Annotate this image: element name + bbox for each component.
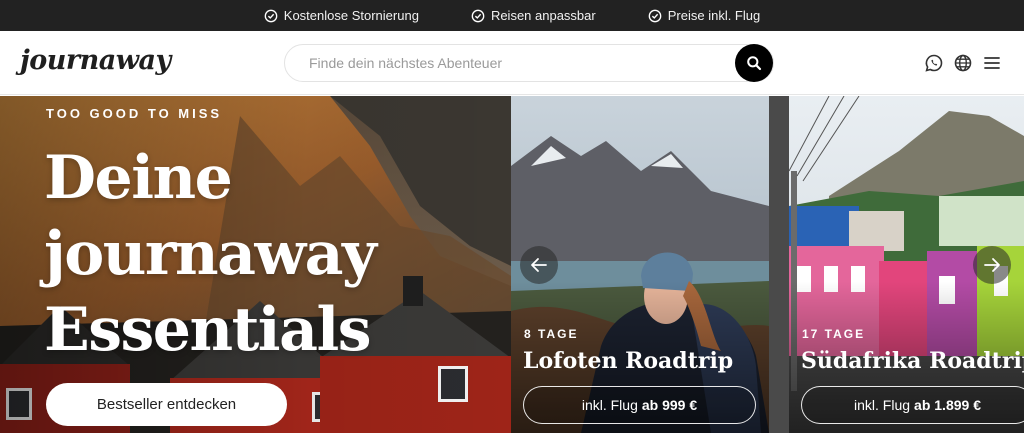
hero-title-line: Essentials bbox=[44, 295, 372, 365]
usp-item: Kostenlose Stornierung bbox=[264, 8, 419, 23]
trip-price-button[interactable]: inkl. Flug ab 1.899 € bbox=[801, 386, 1024, 424]
menu-icon bbox=[984, 57, 1000, 69]
search-bar bbox=[284, 44, 774, 82]
hero-title-line: journaway bbox=[44, 219, 377, 289]
usp-item: Reisen anpassbar bbox=[471, 8, 596, 23]
search-input[interactable] bbox=[309, 45, 729, 81]
hero-title-line: Deine bbox=[44, 143, 233, 213]
trip-card-lofoten[interactable]: 8 TAGE Lofoten Roadtrip inkl. Flug ab 99… bbox=[511, 96, 769, 433]
usp-item: Preise inkl. Flug bbox=[648, 8, 760, 23]
price-prefix: inkl. Flug bbox=[581, 397, 638, 413]
carousel-prev-button[interactable] bbox=[520, 246, 558, 284]
card-gap bbox=[769, 96, 789, 433]
price-value: ab 999 € bbox=[641, 397, 698, 413]
price-value: ab 1.899 € bbox=[914, 397, 981, 413]
menu-button[interactable] bbox=[982, 53, 1002, 73]
site-header: journaway bbox=[0, 31, 1024, 95]
hero-section: TOO GOOD TO MISS Deine journaway Essenti… bbox=[0, 96, 1024, 433]
trip-price-button[interactable]: inkl. Flug ab 999 € bbox=[523, 386, 756, 424]
usp-label: Preise inkl. Flug bbox=[667, 8, 761, 23]
trip-duration: 8 TAGE bbox=[524, 327, 579, 341]
language-button[interactable] bbox=[953, 53, 973, 73]
arrow-right-icon bbox=[984, 258, 1000, 272]
trip-duration: 17 TAGE bbox=[802, 327, 866, 341]
benefits-bar: Kostenlose Stornierung Reisen anpassbar … bbox=[0, 0, 1024, 31]
hero-eyebrow: TOO GOOD TO MISS bbox=[46, 106, 223, 121]
globe-icon bbox=[954, 54, 972, 72]
bestseller-button[interactable]: Bestseller entdecken bbox=[46, 383, 287, 426]
arrow-left-icon bbox=[531, 258, 547, 272]
search-icon bbox=[747, 56, 762, 71]
check-circle-icon bbox=[471, 9, 485, 22]
whatsapp-icon bbox=[925, 54, 943, 72]
search-button[interactable] bbox=[735, 44, 773, 82]
price-prefix: inkl. Flug bbox=[854, 397, 911, 413]
carousel-next-button[interactable] bbox=[973, 246, 1011, 284]
check-circle-icon bbox=[648, 9, 662, 22]
usp-label: Reisen anpassbar bbox=[490, 8, 596, 23]
usp-label: Kostenlose Stornierung bbox=[283, 8, 419, 23]
check-circle-icon bbox=[264, 9, 278, 22]
trip-card-suedafrika[interactable]: 17 TAGE Südafrika Roadtrip inkl. Flug ab… bbox=[789, 96, 1024, 433]
whatsapp-button[interactable] bbox=[924, 53, 944, 73]
trip-title: Südafrika Roadtrip bbox=[801, 348, 1024, 374]
hero-banner: TOO GOOD TO MISS Deine journaway Essenti… bbox=[0, 96, 511, 433]
trip-title: Lofoten Roadtrip bbox=[523, 348, 734, 374]
logo[interactable]: journaway bbox=[20, 45, 171, 76]
hero-title: Deine journaway Essentials bbox=[44, 140, 484, 368]
